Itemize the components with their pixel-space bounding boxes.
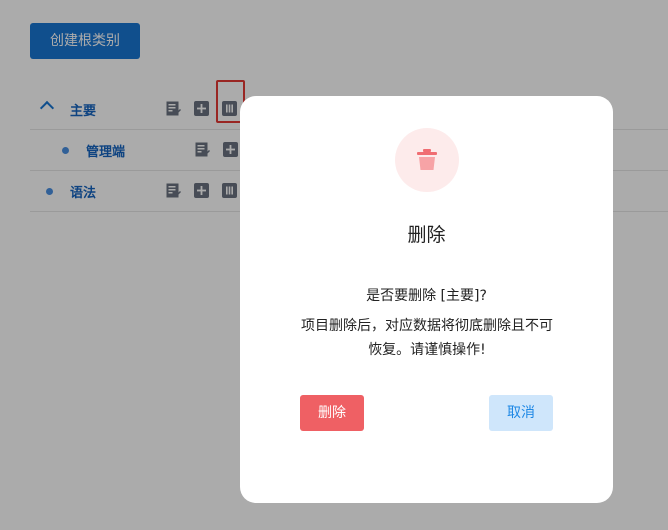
trash-icon: [395, 128, 459, 192]
dialog-question: 是否要删除 [主要]?: [366, 288, 487, 304]
delete-confirm-dialog: 删除 是否要删除 [主要]? 项目删除后，对应数据将彻底删除且不可恢复。请谨慎操…: [240, 96, 613, 503]
dialog-warning: 项目删除后，对应数据将彻底删除且不可恢复。请谨慎操作!: [301, 318, 553, 358]
dialog-title: 删除: [407, 224, 446, 246]
confirm-delete-button[interactable]: 删除: [300, 395, 364, 431]
cancel-button[interactable]: 取消: [489, 395, 553, 431]
